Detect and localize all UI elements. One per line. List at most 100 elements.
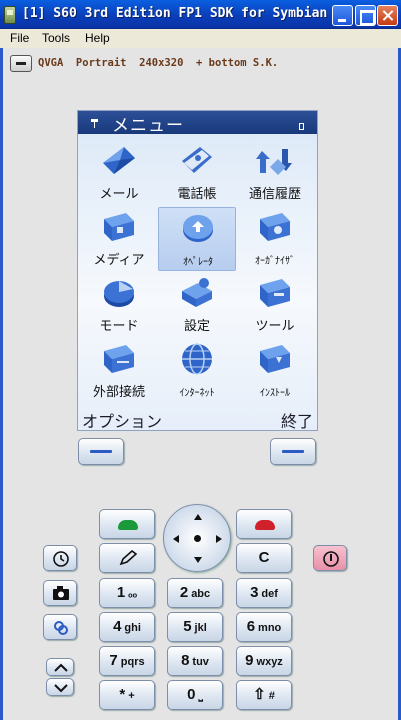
key-label: 0 ⎵ — [168, 681, 222, 709]
key-digit: 8 — [181, 652, 190, 669]
organizer-folder-icon — [260, 213, 290, 241]
key-letters: def — [261, 588, 278, 600]
key-2[interactable]: 2 abc — [167, 578, 223, 608]
arrow-right-icon[interactable] — [216, 535, 222, 543]
menu-file[interactable]: File — [10, 31, 29, 45]
menu-item-media[interactable]: メディア — [80, 207, 158, 271]
arrow-up-icon[interactable] — [194, 514, 202, 520]
layout-toggle-button[interactable] — [10, 55, 32, 72]
key-3[interactable]: 3 def — [236, 578, 292, 608]
key-label: * + — [100, 681, 154, 709]
edit-button[interactable] — [99, 543, 155, 573]
menu-item-call-log[interactable]: 通信履歴 — [236, 141, 314, 205]
navigation-dpad[interactable] — [163, 504, 231, 572]
key-digit: 2 — [179, 584, 189, 601]
menu-item-internet[interactable]: ｲﾝﾀｰﾈｯﾄ — [158, 339, 236, 403]
close-button[interactable] — [377, 5, 398, 26]
menu-item-label: 通信履歴 — [248, 187, 301, 202]
menu-item-contacts[interactable]: 電話帳 — [158, 141, 236, 205]
call-button[interactable] — [99, 509, 155, 539]
key-label: 8 tuv — [168, 647, 222, 675]
arrow-down-icon[interactable] — [194, 557, 202, 563]
key-letters: # — [268, 690, 275, 702]
power-icon — [323, 551, 339, 567]
key-8[interactable]: 8 tuv — [167, 646, 223, 676]
settings-icon — [182, 278, 212, 307]
menu-item-label: モード — [99, 319, 139, 334]
install-folder-icon — [260, 345, 290, 373]
menu-item-label: メディア — [93, 253, 145, 268]
key-label: ⇧ # — [237, 681, 291, 709]
softkey-right-label[interactable]: 終了 — [281, 408, 313, 430]
phone-green-icon — [118, 520, 138, 530]
layout-label: QVGA Portrait 240x320 + bottom S.K. — [38, 57, 279, 69]
end-call-button[interactable] — [236, 509, 292, 539]
voicemail-icon: ₒₒ — [128, 588, 138, 600]
key-digit: 3 — [250, 584, 259, 601]
menu-tools[interactable]: Tools — [42, 31, 70, 45]
volume-up-button[interactable] — [46, 658, 74, 676]
menu-item-label: ツール — [255, 319, 295, 334]
menu-item-install[interactable]: ｲﾝｽﾄｰﾙ — [236, 339, 314, 403]
key-label: 9 wxyz — [237, 647, 291, 675]
key-digit: 1 — [116, 584, 126, 601]
softkey-left-label[interactable]: オプション — [82, 408, 162, 430]
menu-item-label: ｲﾝﾀｰﾈｯﾄ — [179, 388, 215, 399]
key-1[interactable]: 1 ₒₒ — [99, 578, 155, 608]
phone-red-icon — [255, 520, 275, 530]
key-digit: 7 — [109, 652, 118, 669]
voice-icon — [54, 621, 68, 635]
menu-item-modes[interactable]: モード — [80, 273, 158, 337]
right-softkey-button[interactable] — [270, 438, 316, 465]
window-title: [1] S60 3rd Edition FP1 SDK for Symbian … — [22, 6, 328, 21]
key-5[interactable]: 5 jkl — [167, 612, 223, 642]
key-letters: jkl — [194, 622, 207, 634]
phone-screen[interactable]: メニュー メール 電話帳 通信履歴 メディア ｵﾍﾟﾚｰﾀ ｵｰｶﾞﾅｲｻﾞ モ… — [77, 110, 318, 431]
internet-globe-icon — [182, 343, 212, 375]
key-4[interactable]: 4 ghi — [99, 612, 155, 642]
voice-key[interactable] — [43, 614, 77, 640]
camera-key[interactable] — [43, 580, 77, 606]
connectivity-folder-icon — [104, 345, 134, 373]
key-digit: 4 — [113, 618, 122, 635]
key-letters: wxyz — [256, 656, 283, 668]
menu-help[interactable]: Help — [85, 31, 110, 45]
menu-item-organizer[interactable]: ｵｰｶﾞﾅｲｻﾞ — [236, 207, 314, 271]
maximize-button[interactable] — [355, 5, 376, 26]
menu-item-tools[interactable]: ツール — [236, 273, 314, 337]
left-softkey-button[interactable] — [78, 438, 124, 465]
battery-icon — [299, 123, 304, 130]
chevron-down-icon — [54, 684, 68, 693]
menu-item-label: ｲﾝｽﾄｰﾙ — [260, 388, 290, 399]
key-star[interactable]: * + — [99, 680, 155, 710]
select-center-icon[interactable] — [194, 535, 201, 542]
key-hash[interactable]: ⇧ # — [236, 680, 292, 710]
window-title-bar[interactable]: [1] S60 3rd Edition FP1 SDK for Symbian … — [0, 0, 401, 29]
clock-icon — [53, 551, 69, 567]
minimize-button[interactable] — [332, 5, 353, 26]
shift-icon: ⇧ — [253, 686, 266, 703]
power-button[interactable] — [313, 545, 347, 571]
key-6[interactable]: 6 mno — [236, 612, 292, 642]
modes-icon — [104, 281, 134, 307]
emulator-device: QVGA Portrait 240x320 + bottom S.K. メニュー… — [0, 48, 401, 720]
signal-icon — [91, 119, 98, 128]
app-icon[interactable] — [4, 6, 16, 24]
menu-item-operator[interactable]: ｵﾍﾟﾚｰﾀ — [158, 207, 236, 271]
volume-down-button[interactable] — [46, 678, 74, 696]
clear-button[interactable]: C — [236, 543, 292, 573]
key-0[interactable]: 0 ⎵ — [167, 680, 223, 710]
key-letters: pqrs — [120, 656, 145, 668]
key-7[interactable]: 7 pqrs — [99, 646, 155, 676]
applications-key[interactable] — [43, 545, 77, 571]
key-9[interactable]: 9 wxyz — [236, 646, 292, 676]
key-digit: 0 — [187, 686, 196, 703]
menu-item-connectivity[interactable]: 外部接続 — [80, 339, 158, 403]
key-label: 1 ₒₒ — [100, 579, 154, 607]
space-icon: ⎵ — [198, 690, 203, 702]
menu-item-label: 電話帳 — [177, 187, 217, 202]
arrow-left-icon[interactable] — [173, 535, 179, 543]
key-digit: 6 — [246, 618, 256, 635]
menu-item-settings[interactable]: 設定 — [158, 273, 236, 337]
menu-item-mail[interactable]: メール — [80, 141, 158, 205]
